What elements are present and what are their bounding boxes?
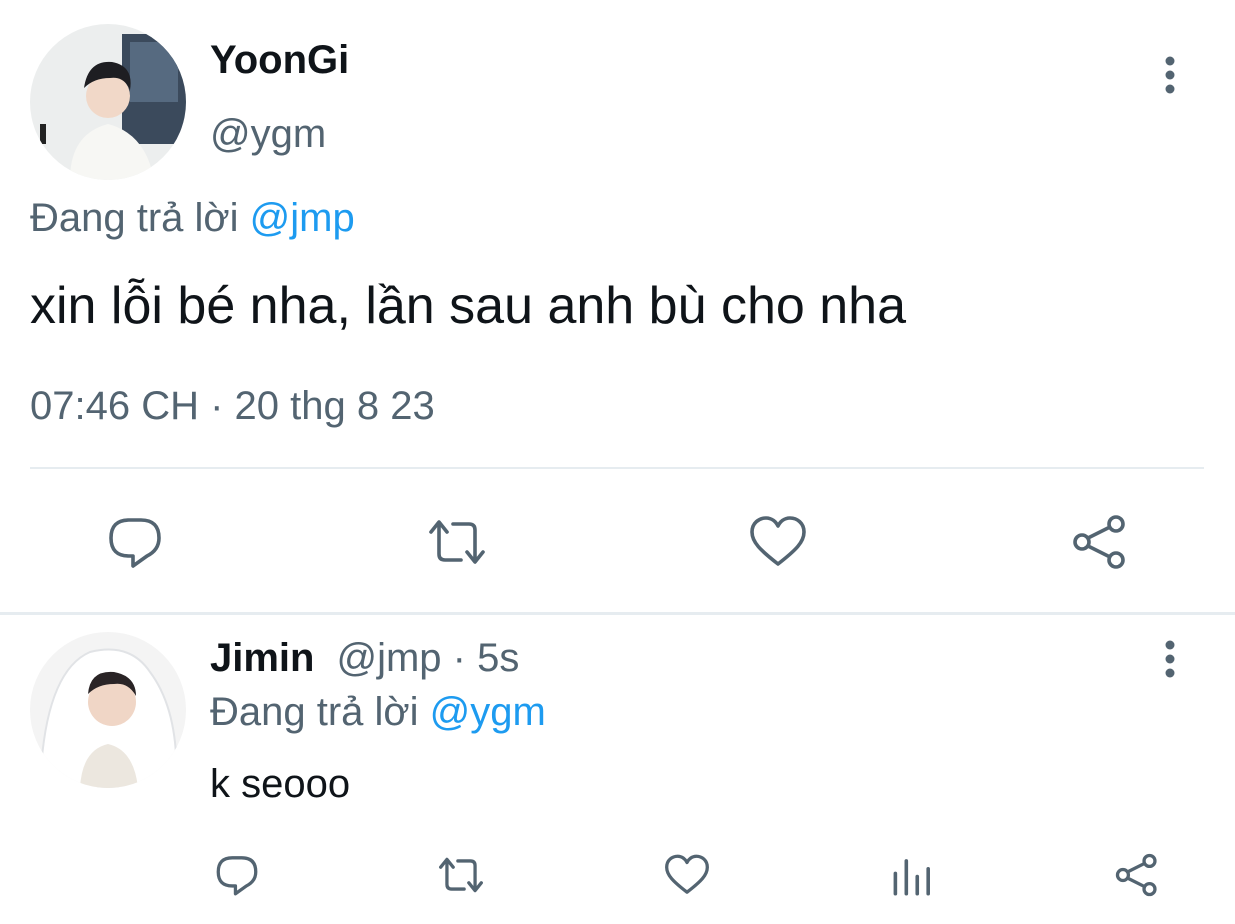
more-options-icon[interactable] [1150, 54, 1190, 96]
reply-icon [109, 518, 161, 568]
share-button[interactable] [1068, 510, 1132, 574]
like-icon [665, 854, 709, 894]
divider [0, 612, 1235, 615]
retweet-icon [439, 857, 483, 893]
avatar-image [30, 24, 186, 180]
divider [30, 467, 1204, 469]
avatar-jimin[interactable] [30, 632, 186, 788]
reply-header: Jimin @jmp · 5s [210, 636, 519, 681]
reply-icon [216, 856, 258, 896]
time-ago[interactable]: 5s [477, 636, 519, 680]
like-button[interactable] [746, 510, 810, 574]
mention-link[interactable]: @ygm [430, 690, 546, 734]
replying-to-label: Đang trả lời [210, 690, 430, 734]
author-name[interactable]: Jimin [210, 636, 314, 680]
replying-to-label: Đang trả lời [30, 196, 250, 240]
author-name[interactable]: YoonGi [210, 38, 349, 83]
reply-button[interactable] [212, 850, 262, 900]
retweet-button[interactable] [425, 510, 489, 574]
share-icon [1073, 515, 1125, 569]
more-options-icon[interactable] [1150, 638, 1190, 680]
avatar-yoongi[interactable] [30, 24, 186, 180]
share-button[interactable] [1112, 850, 1162, 900]
like-button[interactable] [662, 850, 712, 900]
reply-button[interactable] [103, 510, 167, 574]
mention-link[interactable]: @jmp [250, 196, 355, 240]
like-icon [750, 516, 806, 566]
retweet-icon [429, 520, 485, 564]
tweet-text: k seooo [210, 762, 351, 806]
replying-to: Đang trả lời @jmp [30, 196, 355, 241]
tweet-timestamp[interactable]: 07:46 CH · 20 thg 8 23 [30, 384, 435, 429]
retweet-button[interactable] [436, 850, 486, 900]
avatar-image [30, 632, 186, 788]
author-handle[interactable]: @ygm [210, 112, 326, 157]
share-icon [1115, 853, 1157, 897]
separator: · [441, 636, 478, 680]
replying-to: Đang trả lời @ygm [210, 690, 546, 735]
analytics-icon [893, 859, 930, 896]
analytics-button[interactable] [886, 850, 936, 900]
author-handle[interactable]: @jmp [336, 636, 441, 680]
tweet-text: xin lỗi bé nha, lần sau anh bù cho nha [30, 277, 907, 335]
